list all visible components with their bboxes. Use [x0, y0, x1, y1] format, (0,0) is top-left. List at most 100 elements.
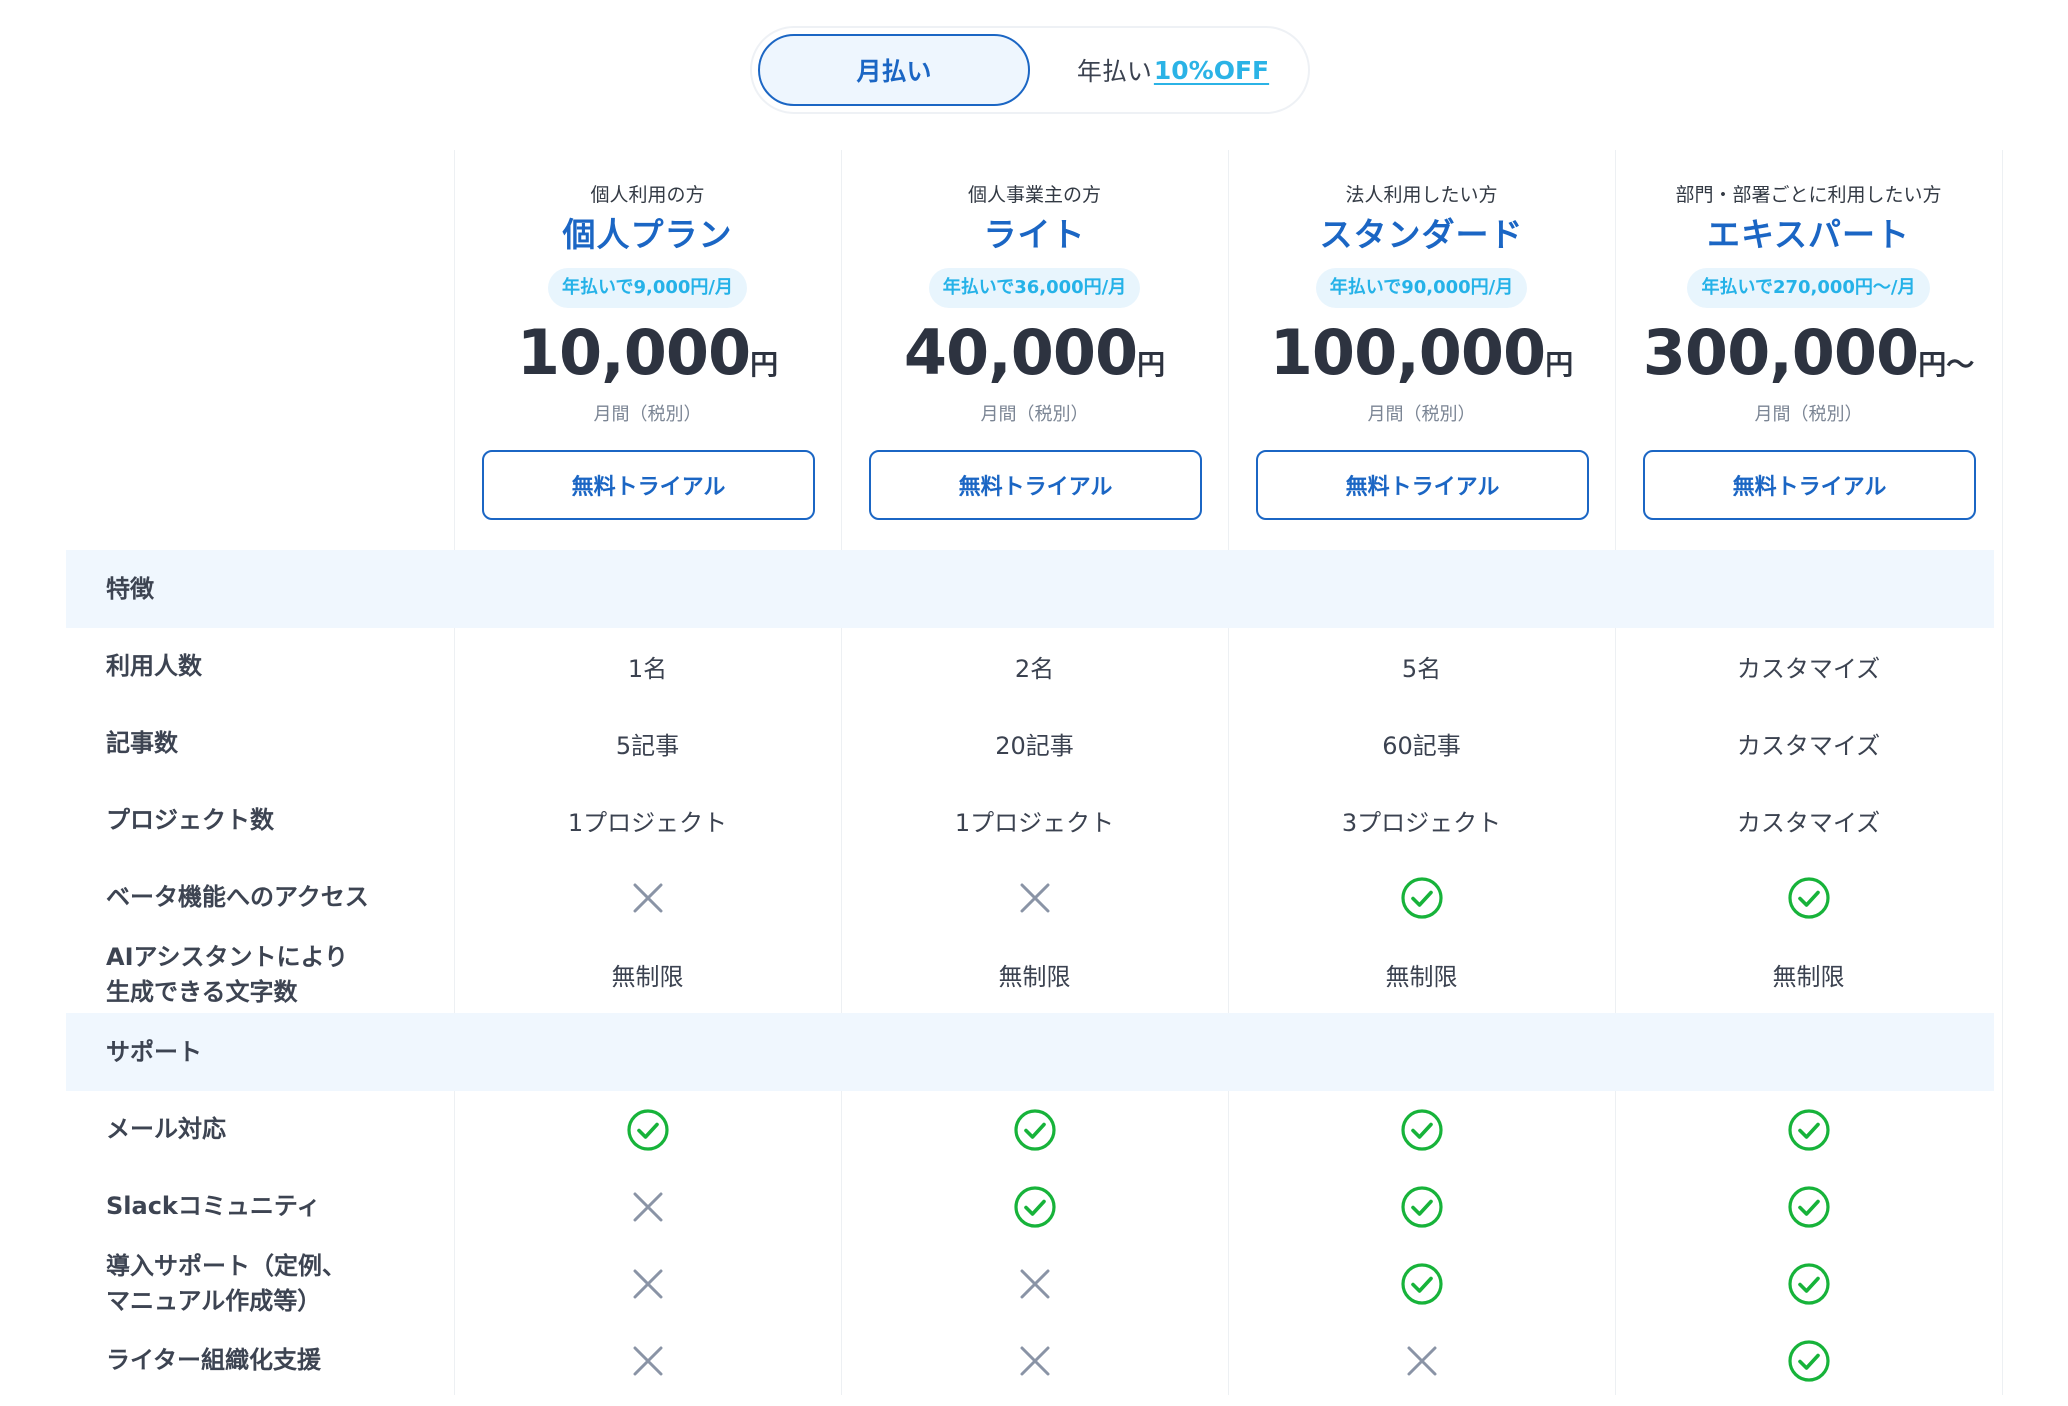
table-row: ライター組織化支援	[66, 1322, 1994, 1399]
feature-label: 記事数	[106, 729, 178, 757]
feature-label: 利用人数	[106, 652, 202, 680]
monthly-billing-option[interactable]: 月払い	[758, 34, 1030, 106]
check-icon	[1616, 1091, 2001, 1168]
feature-label: Slackコミュニティ	[106, 1192, 321, 1220]
check-icon	[1616, 1245, 2001, 1322]
plan-name: ライト	[983, 215, 1086, 254]
check-icon	[455, 1091, 840, 1168]
feature-value: 5記事	[615, 732, 680, 760]
free-trial-label: 無料トライアル	[958, 475, 1113, 500]
cross-icon	[455, 1322, 840, 1399]
table-row: AIアシスタントにより 生成できる文字数 無制限 無制限 無制限 無制限	[66, 936, 1994, 1013]
feature-value: 無制限	[1772, 963, 1845, 991]
check-icon	[1229, 1091, 1614, 1168]
yearly-billing-label: 年払い	[1076, 57, 1152, 86]
feature-value: 無制限	[1385, 963, 1458, 991]
check-icon	[842, 1168, 1227, 1245]
check-icon	[1229, 1168, 1614, 1245]
plan-name: エキスパート	[1706, 215, 1910, 254]
table-row: ベータ機能へのアクセス	[66, 859, 1994, 936]
plan-name: スタンダード	[1319, 215, 1524, 254]
table-row: メール対応	[66, 1091, 1994, 1168]
table-row: 記事数 5記事 20記事 60記事 カスタマイズ	[66, 705, 1994, 782]
cross-icon	[842, 1322, 1227, 1399]
section-title: サポート	[106, 1038, 202, 1066]
free-trial-button[interactable]: 無料トライアル	[1256, 450, 1589, 520]
feature-label: プロジェクト数	[106, 806, 274, 834]
plan-price-amount: 300,000	[1642, 316, 1919, 389]
feature-value: 無制限	[998, 963, 1071, 991]
plan-price: 100,000円	[1229, 316, 1614, 389]
plan-billing-period: 月間（税別）	[1367, 404, 1476, 425]
free-trial-button[interactable]: 無料トライアル	[482, 450, 815, 520]
cross-icon	[1229, 1322, 1614, 1399]
section-header: 特徴	[66, 550, 1994, 628]
feature-value: 20記事	[995, 732, 1074, 760]
feature-value: 1名	[627, 655, 668, 683]
free-trial-button[interactable]: 無料トライアル	[1643, 450, 1976, 520]
plan-price-unit: 円	[1137, 348, 1166, 381]
free-trial-label: 無料トライアル	[1732, 475, 1887, 500]
annual-price-badge: 年払いで9,000円/月	[548, 268, 747, 308]
plan-audience: 個人事業主の方	[967, 184, 1101, 206]
feature-value: 3プロジェクト	[1341, 809, 1502, 837]
plan-audience: 法人利用したい方	[1345, 184, 1498, 206]
plan-billing-period: 月間（税別）	[593, 404, 702, 425]
feature-label: メール対応	[106, 1115, 226, 1143]
plan-price-unit: 円	[750, 348, 779, 381]
plan-column: 法人利用したい方スタンダード 年払いで90,000円/月 100,000円月間（税別…	[1229, 150, 1614, 550]
plan-name: 個人プラン	[562, 215, 733, 254]
feature-value: 1プロジェクト	[567, 809, 728, 837]
annual-price-badge: 年払いで270,000円〜/月	[1687, 268, 1930, 308]
cross-icon	[842, 1245, 1227, 1322]
free-trial-label: 無料トライアル	[1345, 475, 1500, 500]
table-row: Slackコミュニティ	[66, 1168, 1994, 1245]
plan-audience: 部門・部署ごとに利用したい方	[1675, 184, 1942, 206]
cross-icon	[455, 859, 840, 936]
section-header: サポート	[66, 1013, 1994, 1091]
cross-icon	[842, 859, 1227, 936]
feature-value: 5名	[1401, 655, 1442, 683]
feature-value: カスタマイズ	[1736, 732, 1881, 760]
cross-icon	[455, 1168, 840, 1245]
feature-label: ライター組織化支援	[106, 1346, 322, 1374]
column-divider	[2002, 150, 2003, 1395]
check-icon	[842, 1091, 1227, 1168]
feature-value: 60記事	[1382, 732, 1461, 760]
feature-value: 無制限	[611, 963, 684, 991]
plan-price: 300,000円〜	[1616, 316, 2001, 389]
table-row: 利用人数 1名 2名 5名 カスタマイズ	[66, 628, 1994, 705]
feature-value: カスタマイズ	[1736, 809, 1881, 837]
monthly-billing-label: 月払い	[856, 57, 932, 86]
feature-value: カスタマイズ	[1736, 655, 1881, 683]
yearly-discount-badge: 10%OFF	[1153, 55, 1270, 85]
feature-label: ベータ機能へのアクセス	[106, 883, 369, 911]
section-title: 特徴	[106, 575, 154, 603]
annual-price-badge: 年払いで90,000円/月	[1315, 268, 1528, 308]
plan-billing-period: 月間（税別）	[1754, 404, 1863, 425]
table-row: 導入サポート（定例、 マニュアル作成等）	[66, 1245, 1994, 1322]
feature-value: 1プロジェクト	[954, 809, 1115, 837]
free-trial-label: 無料トライアル	[571, 475, 726, 500]
plan-column: 部門・部署ごとに利用したい方エキスパート 年払いで270,000円〜/月 300,0…	[1616, 150, 2001, 550]
plan-price: 40,000円	[842, 316, 1227, 389]
plan-price: 10,000円	[455, 316, 840, 389]
feature-value: 2名	[1014, 655, 1055, 683]
plan-audience: 個人利用の方	[590, 184, 705, 206]
plan-price-unit: 円	[1545, 348, 1574, 381]
check-icon	[1616, 859, 2001, 936]
check-icon	[1616, 1168, 2001, 1245]
plan-column: 個人利用の方個人プラン年払いで9,000円/月 10,000円月間（税別） 無料トラ…	[455, 150, 840, 550]
table-row: プロジェクト数 1プロジェクト 1プロジェクト 3プロジェクト カスタマイズ	[66, 782, 1994, 859]
billing-toggle: 月払い 年払い 10%OFF	[750, 26, 1310, 114]
annual-price-badge: 年払いで36,000円/月	[928, 268, 1141, 308]
free-trial-button[interactable]: 無料トライアル	[869, 450, 1202, 520]
plan-billing-period: 月間（税別）	[980, 404, 1089, 425]
check-icon	[1229, 859, 1614, 936]
plan-price-amount: 100,000	[1269, 316, 1546, 389]
yearly-billing-option[interactable]: 年払い 10%OFF	[1048, 34, 1298, 106]
plan-price-amount: 40,000	[903, 316, 1138, 389]
feature-label: AIアシスタントにより 生成できる文字数	[106, 942, 349, 1006]
plan-price-unit: 円〜	[1918, 348, 1975, 381]
plan-price-amount: 10,000	[516, 316, 751, 389]
